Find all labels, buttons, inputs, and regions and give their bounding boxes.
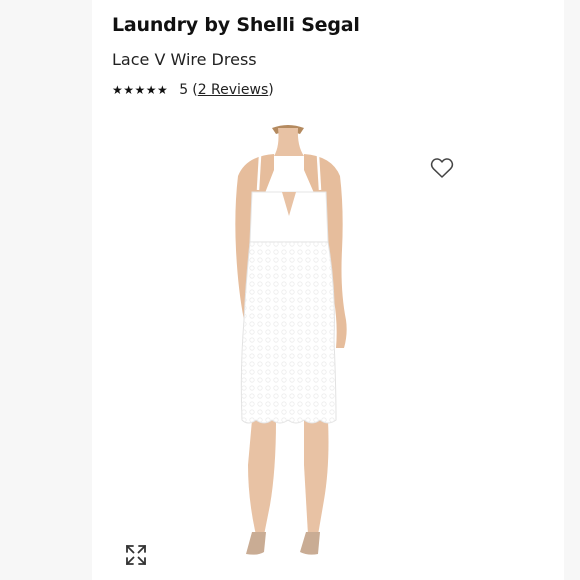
rating-row: ★★★★★ 5 (2 Reviews) <box>112 82 274 98</box>
reviews-link[interactable]: 2 Reviews <box>198 82 269 98</box>
model-shoes <box>246 532 266 555</box>
rating-stars: ★★★★★ <box>112 83 169 97</box>
model-legs <box>248 420 276 535</box>
product-title: Lace V Wire Dress <box>112 50 257 69</box>
heart-outline-icon[interactable] <box>430 157 454 179</box>
reviews-close-paren: ) <box>268 82 274 98</box>
product-image[interactable] <box>200 120 400 565</box>
rating-score: 5 <box>179 82 189 98</box>
expand-arrows-icon[interactable] <box>124 543 148 567</box>
brand-name[interactable]: Laundry by Shelli Segal <box>112 14 360 36</box>
